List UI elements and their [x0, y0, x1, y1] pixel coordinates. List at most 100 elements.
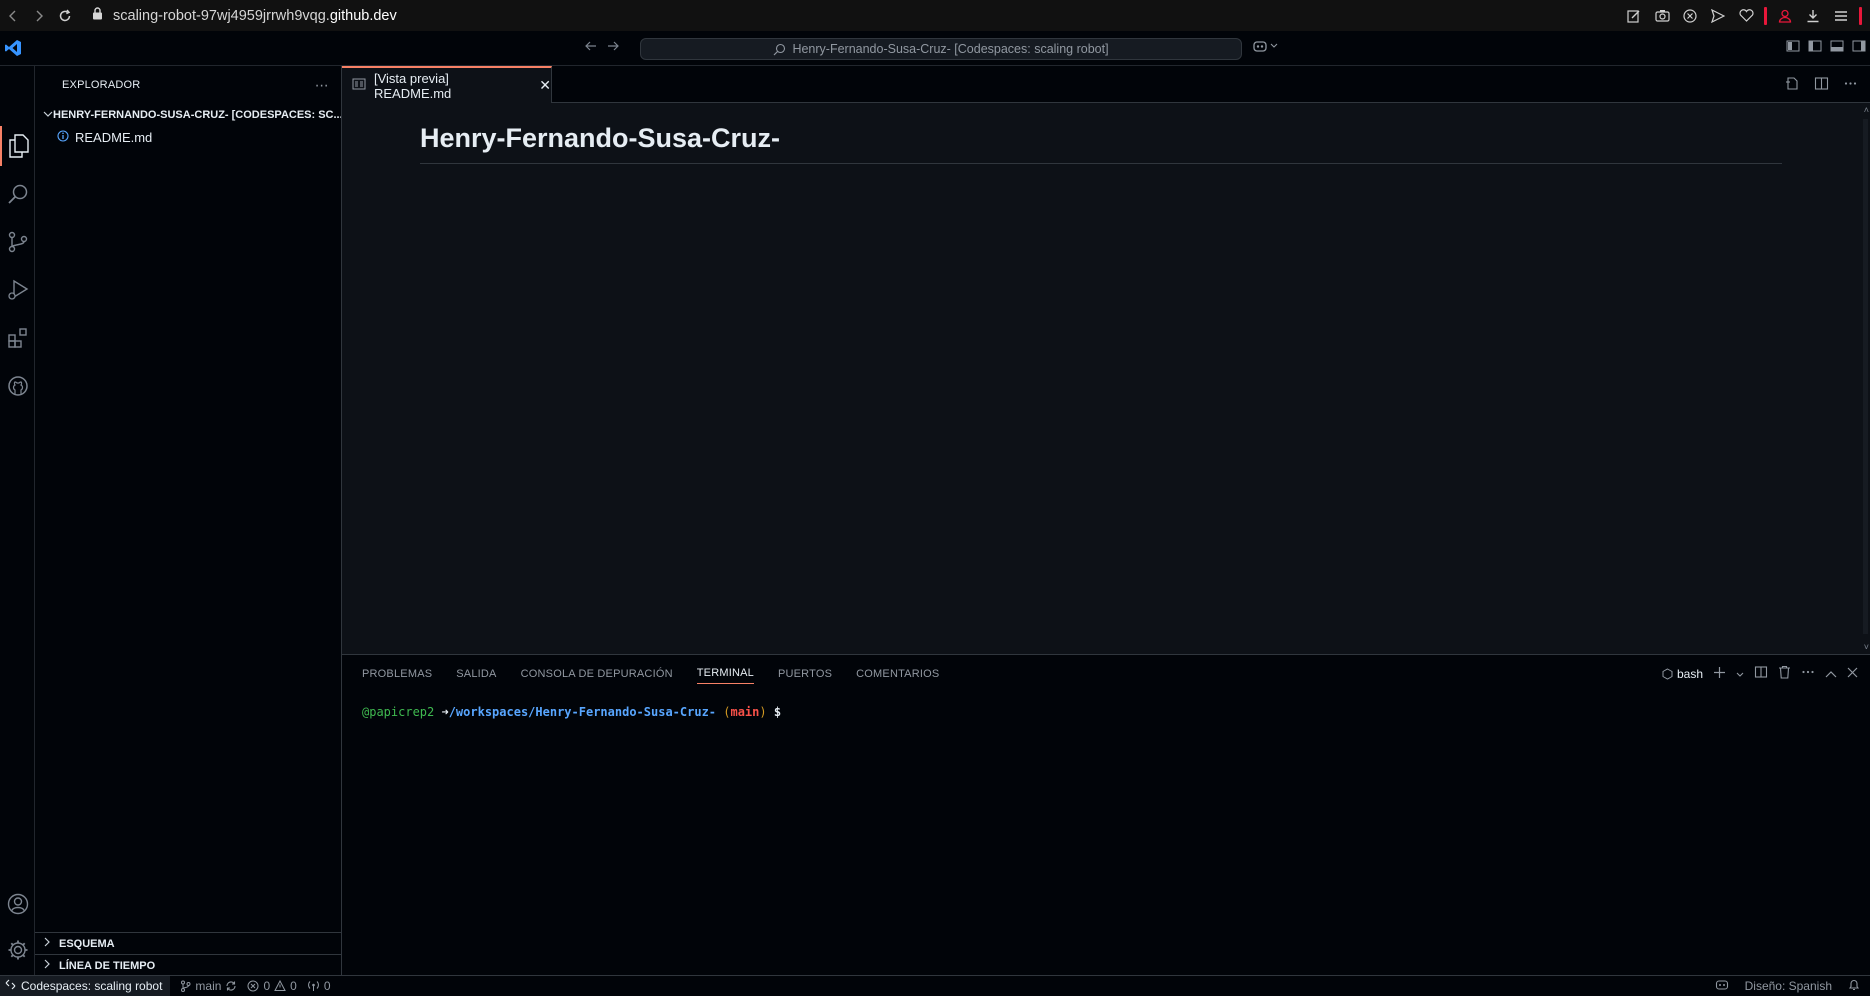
terminal-path: /workspaces/Henry-Fernando-Susa-Cruz- — [448, 705, 717, 719]
explorer-sidebar: EXPLORADOR ⋯ HENRY-FERNANDO-SUSA-CRUZ- [… — [35, 66, 342, 976]
terminal-paren-open: ( — [716, 705, 731, 719]
browser-toolbar: scaling-robot-97wj4959jrrwh9vqg. github.d… — [0, 0, 1870, 31]
toggle-panel-icon[interactable] — [1830, 39, 1844, 56]
customize-layout-icon[interactable] — [1786, 39, 1800, 56]
edit-icon[interactable] — [1624, 6, 1644, 26]
url-domain: github.dev — [329, 7, 397, 24]
editor-actions — [1785, 76, 1858, 94]
command-center[interactable]: Henry-Fernando-Susa-Cruz- [Codespaces: s… — [640, 38, 1242, 60]
ports-indicator[interactable]: 0 — [307, 979, 331, 993]
timeline-section[interactable]: LÍNEA DE TIEMPO — [35, 954, 341, 976]
workspace-folder-label: HENRY-FERNANDO-SUSA-CRUZ- [CODESPACES: S… — [53, 109, 341, 121]
chevron-right-icon — [43, 937, 59, 950]
split-editor-icon[interactable] — [1814, 76, 1829, 94]
scrollbar-thumb[interactable] — [1863, 119, 1868, 634]
accounts-icon[interactable] — [0, 884, 35, 924]
go-back-icon[interactable] — [584, 39, 598, 56]
address-bar[interactable]: scaling-robot-97wj4959jrrwh9vqg. github.d… — [92, 7, 397, 24]
problems-indicator[interactable]: 0 0 — [247, 979, 297, 993]
preview-scrollbar[interactable]: ˄ ˅ — [1860, 103, 1870, 654]
branch-name: main — [195, 979, 222, 993]
scroll-up-icon[interactable]: ˄ — [1864, 105, 1869, 115]
tab-output[interactable]: SALIDA — [456, 664, 496, 684]
trash-icon[interactable] — [1778, 665, 1791, 682]
tab-debug-console[interactable]: CONSOLA DE DEPURACIÓN — [521, 664, 673, 684]
tab-readme-preview[interactable]: [Vista previa] README.md ✕ — [342, 66, 552, 103]
preview-icon — [352, 78, 366, 93]
menu-icon[interactable] — [1831, 6, 1851, 26]
layout-controls — [1786, 39, 1866, 56]
toggle-secondary-sidebar-icon[interactable] — [1852, 39, 1866, 56]
keyboard-layout[interactable]: Diseño: Spanish — [1745, 979, 1832, 993]
browser-reload-icon[interactable] — [52, 3, 78, 29]
bell-icon[interactable] — [1848, 978, 1860, 994]
remote-icon — [5, 979, 16, 993]
shield-icon[interactable] — [1680, 6, 1700, 26]
search-icon — [774, 43, 786, 55]
browser-back-icon[interactable] — [0, 3, 26, 29]
more-actions-icon[interactable] — [1801, 665, 1815, 682]
sync-icon[interactable] — [225, 980, 237, 992]
heart-icon[interactable] — [1736, 6, 1756, 26]
chevron-down-icon — [1270, 43, 1278, 48]
warning-icon — [274, 980, 286, 991]
terminal-shell-selector[interactable]: bash — [1662, 667, 1703, 681]
file-item-readme[interactable]: README.md — [35, 126, 341, 148]
download-icon[interactable] — [1803, 6, 1823, 26]
branch-indicator[interactable]: main — [180, 979, 237, 993]
profile-icon[interactable] — [1775, 6, 1795, 26]
outline-section-label: ESQUEMA — [59, 937, 115, 950]
maximize-panel-icon[interactable] — [1825, 667, 1837, 681]
tab-terminal[interactable]: TERMINAL — [696, 663, 754, 684]
explorer-header: EXPLORADOR ⋯ — [35, 66, 341, 104]
ports-count: 0 — [323, 979, 331, 993]
go-forward-icon[interactable] — [606, 39, 620, 56]
run-debug-icon[interactable] — [0, 270, 35, 310]
url-prefix: scaling-robot-97wj4959jrrwh9vqg. — [113, 7, 330, 24]
editor-tab-bar: [Vista previa] README.md ✕ — [342, 66, 1870, 103]
terminal-user: @papicrep2 — [362, 705, 435, 719]
copilot-menu[interactable] — [1252, 39, 1278, 53]
terminal-output[interactable]: @papicrep2 ➜/workspaces/Henry-Fernando-S… — [362, 705, 781, 719]
terminal-branch: main — [730, 705, 760, 719]
vscode-logo-icon[interactable] — [4, 39, 24, 59]
browser-forward-icon[interactable] — [26, 3, 52, 29]
camera-icon[interactable] — [1652, 6, 1672, 26]
separator-bar — [1859, 6, 1862, 25]
copilot-icon — [1253, 41, 1267, 52]
scroll-down-icon[interactable]: ˅ — [1864, 642, 1869, 652]
git-branch-icon — [181, 980, 191, 992]
tab-comments[interactable]: COMENTARIOS — [856, 664, 939, 684]
new-terminal-icon[interactable] — [1713, 666, 1726, 682]
browser-extensions — [1624, 0, 1862, 31]
close-icon[interactable]: ✕ — [539, 77, 551, 94]
open-source-icon[interactable] — [1785, 76, 1800, 94]
chevron-down-icon — [43, 109, 53, 121]
panel-actions: bash — [1662, 665, 1858, 682]
more-actions-icon[interactable] — [1843, 76, 1858, 94]
title-bar: Henry-Fernando-Susa-Cruz- [Codespaces: s… — [0, 31, 1870, 66]
workspace-folder[interactable]: HENRY-FERNANDO-SUSA-CRUZ- [CODESPACES: S… — [35, 104, 341, 126]
close-panel-icon[interactable] — [1847, 667, 1858, 681]
error-count: 0 — [263, 979, 271, 993]
more-actions-icon[interactable]: ⋯ — [315, 77, 329, 94]
explorer-title: EXPLORADOR — [62, 79, 141, 91]
explorer-icon[interactable] — [0, 126, 35, 166]
panel-tab-bar: PROBLEMAS SALIDA CONSOLA DE DEPURACIÓN T… — [342, 655, 1870, 692]
github-icon[interactable] — [0, 366, 35, 406]
chevron-down-icon[interactable] — [1736, 667, 1744, 681]
source-control-icon[interactable] — [0, 222, 35, 262]
send-icon[interactable] — [1708, 6, 1728, 26]
tab-problems[interactable]: PROBLEMAS — [362, 664, 432, 684]
toggle-primary-sidebar-icon[interactable] — [1808, 39, 1822, 56]
command-center-label: Henry-Fernando-Susa-Cruz- [Codespaces: s… — [792, 42, 1109, 56]
extensions-icon[interactable] — [0, 318, 35, 358]
remote-indicator[interactable]: Codespaces: scaling robot — [0, 976, 171, 996]
outline-section[interactable]: ESQUEMA — [35, 932, 341, 954]
settings-gear-icon[interactable] — [0, 930, 35, 970]
copilot-status-icon[interactable] — [1715, 979, 1729, 994]
split-terminal-icon[interactable] — [1754, 665, 1768, 682]
status-right: Diseño: Spanish — [1715, 976, 1860, 996]
search-icon[interactable] — [0, 174, 35, 214]
tab-ports[interactable]: PUERTOS — [778, 664, 832, 684]
